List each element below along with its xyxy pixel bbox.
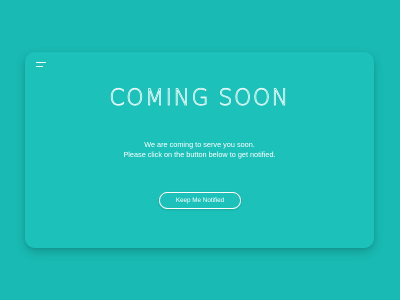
page-title: COMING SOON	[109, 86, 290, 112]
coming-soon-card: COMING SOON We are coming to serve you s…	[25, 52, 374, 248]
notice-message: We are coming to serve you soon. Please …	[25, 140, 374, 160]
keep-me-notified-button[interactable]: Keep Me Notified	[159, 192, 241, 209]
notice-line-1: We are coming to serve you soon.	[144, 140, 255, 149]
menu-line-top	[36, 62, 46, 64]
hamburger-menu-icon[interactable]	[36, 62, 48, 70]
menu-line-bottom	[36, 65, 43, 67]
notice-line-2: Please click on the button below to get …	[123, 150, 276, 159]
